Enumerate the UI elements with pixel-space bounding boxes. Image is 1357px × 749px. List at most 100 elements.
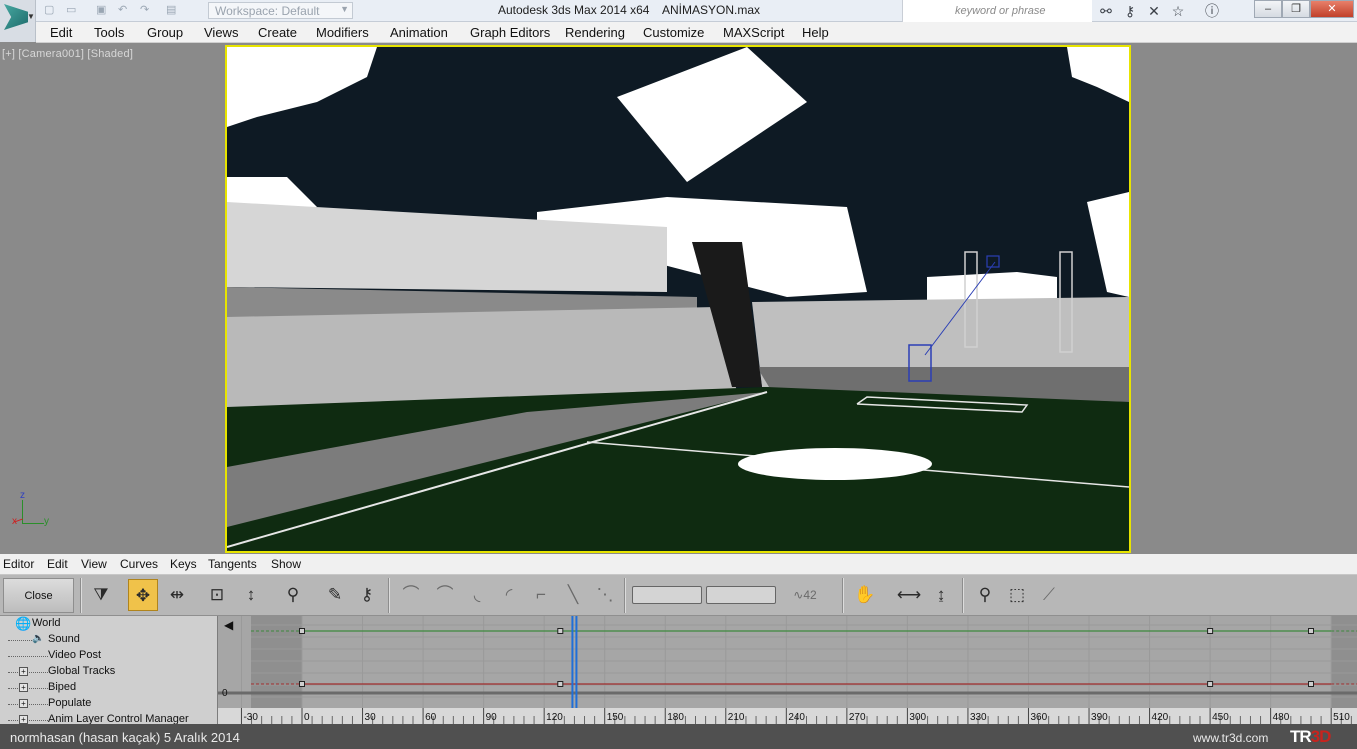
camera-viewport[interactable] [225,45,1131,553]
new-file-icon[interactable]: ▢ [44,3,54,18]
menu-create[interactable]: Create [258,25,297,40]
tangent-slow-icon[interactable]: ◜ [494,579,524,611]
te-menu-editor[interactable]: Editor [3,557,34,571]
tree-item-sound[interactable]: 🔈 Sound [0,632,217,648]
search-input[interactable]: keyword or phrase [902,0,1092,22]
ruler-tick-label: 0 [304,712,310,723]
ruler-tick-label: 180 [667,712,684,723]
3dsmax-logo-icon [4,4,28,30]
te-menu-keys[interactable]: Keys [170,557,197,571]
tangent-linear-icon[interactable]: ╲ [558,579,588,611]
slide-keys-icon[interactable]: ⇹ [162,579,192,611]
isolate-curve-icon[interactable]: ⟋ [1034,579,1064,611]
collapse-arrow-icon[interactable]: ◀ [224,618,233,632]
communication-center-icon[interactable]: ✕ [1145,3,1163,19]
toolbar-separator [842,578,844,613]
te-menu-view[interactable]: View [81,557,107,571]
tangent-smooth-icon[interactable]: ⋱ [590,579,620,611]
menu-group[interactable]: Group [147,25,183,40]
ruler-tick-label: 120 [546,712,563,723]
tree-item-global-tracks[interactable]: + Global Tracks [0,664,217,680]
frame-field[interactable] [632,586,702,604]
te-menu-show[interactable]: Show [271,557,301,571]
scale-values-icon[interactable]: ↕ [236,579,266,611]
tree-connector [8,640,32,641]
tree-item-world[interactable]: 🌐 World [0,616,217,632]
stadium-scene [227,47,1129,551]
zoom-region-icon[interactable]: ⬚ [1002,579,1032,611]
author-credit: normhasan (hasan kaçak) 5 Aralık 2014 [10,730,240,745]
value-field[interactable] [706,586,776,604]
menu-customize[interactable]: Customize [643,25,704,40]
expand-plus-icon[interactable]: + [19,667,28,676]
zoom-horizontal-extents-icon[interactable]: ⟷ [894,579,924,611]
tree-connector [8,720,48,721]
redo-icon[interactable]: ↷ [140,3,149,18]
reduce-keys-icon[interactable]: ⚷ [352,579,382,611]
key-marker [299,628,305,634]
menu-graph-editors[interactable]: Graph Editors [470,25,550,40]
close-button[interactable]: Close [3,578,74,613]
menu-views[interactable]: Views [204,25,238,40]
tree-item-biped[interactable]: + Biped [0,680,217,696]
curve-graph-canvas[interactable]: -30 0 30 60 90 120 150 180 210 240 270 300 330 360 390… [218,616,1357,724]
draw-curves-icon[interactable]: ✎ [320,579,350,611]
tree-item-video-post[interactable]: Video Post [0,648,217,664]
tree-item-label: World [32,617,61,629]
minimize-button[interactable]: – [1254,0,1282,18]
menu-tools[interactable]: Tools [94,25,124,40]
application-button[interactable]: ▼ [0,0,36,42]
menu-modifiers[interactable]: Modifiers [316,25,369,40]
menu-animation[interactable]: Animation [390,25,448,40]
te-menu-tangents[interactable]: Tangents [208,557,257,571]
key-icon[interactable]: ⚷ [1121,3,1139,19]
tangent-step-icon[interactable]: ⌐ [526,579,556,611]
ruler-tick-label: 90 [486,712,498,723]
tree-item-populate[interactable]: + Populate [0,696,217,712]
undo-icon[interactable]: ↶ [118,3,127,18]
ruler-tick-label: 480 [1273,712,1290,723]
logo-text-b: 3D [1310,727,1332,746]
viewport-label[interactable]: [+] [Camera001] [Shaded] [2,48,133,60]
expand-plus-icon[interactable]: + [19,715,28,724]
menu-rendering[interactable]: Rendering [565,25,625,40]
open-file-icon[interactable]: ▭ [66,3,76,18]
tangent-custom-icon[interactable]: ⌒ [430,579,460,611]
te-menu-curves[interactable]: Curves [120,557,158,571]
favorites-star-icon[interactable]: ☆ [1169,3,1187,19]
menu-edit[interactable]: Edit [50,25,72,40]
zoom-value-extents-icon[interactable]: ↨ [926,579,956,611]
app-title: Autodesk 3ds Max 2014 x64 [498,3,650,17]
project-folder-icon[interactable]: ▤ [166,3,176,18]
curve-graph[interactable]: -30 0 30 60 90 120 150 180 210 240 270 300 330 360 390… [218,616,1357,724]
filters-icon[interactable]: ⧩ [86,579,116,611]
lock-selection-icon[interactable]: ∿42 [790,579,820,611]
scale-keys-icon[interactable]: ⊡ [202,579,232,611]
tangent-fast-icon[interactable]: ◟ [462,579,492,611]
restore-button[interactable]: ❐ [1282,0,1310,18]
move-keys-icon[interactable]: ✥ [128,579,158,611]
menu-maxscript[interactable]: MAXScript [723,25,784,40]
expand-plus-icon[interactable]: + [19,699,28,708]
save-file-icon[interactable]: ▣ [96,3,106,18]
zoom-icon[interactable]: ⚲ [970,579,1000,611]
tree-item-anim-layer-control-manager[interactable]: + Anim Layer Control Manager [0,712,217,724]
te-menu-edit[interactable]: Edit [47,557,68,571]
expand-plus-icon[interactable]: + [19,683,28,692]
curve-editor-menu: Editor Edit View Curves Keys Tangents Sh… [0,554,1357,575]
ruler-tick-label: 510 [1333,712,1350,723]
menu-help[interactable]: Help [802,25,829,40]
binoculars-icon[interactable]: ⚯ [1097,3,1115,19]
tr3d-logo: TR3D [1290,727,1332,747]
lock-value-label: 42 [803,588,817,602]
add-key-icon[interactable]: ⚲ [278,579,308,611]
pan-hand-icon[interactable]: ✋ [850,579,880,611]
close-window-button[interactable]: ✕ [1310,0,1354,18]
ruler-tick-label: 240 [788,712,805,723]
file-name: ANİMASYON.max [662,3,761,17]
workspace-dropdown[interactable]: Workspace: Default ▼ [208,2,353,19]
ruler-tick-label: 300 [909,712,926,723]
tree-item-label: Biped [48,681,77,693]
tangent-auto-icon[interactable]: ⌒ [396,579,426,611]
help-icon[interactable]: ⓘ [1203,3,1221,19]
